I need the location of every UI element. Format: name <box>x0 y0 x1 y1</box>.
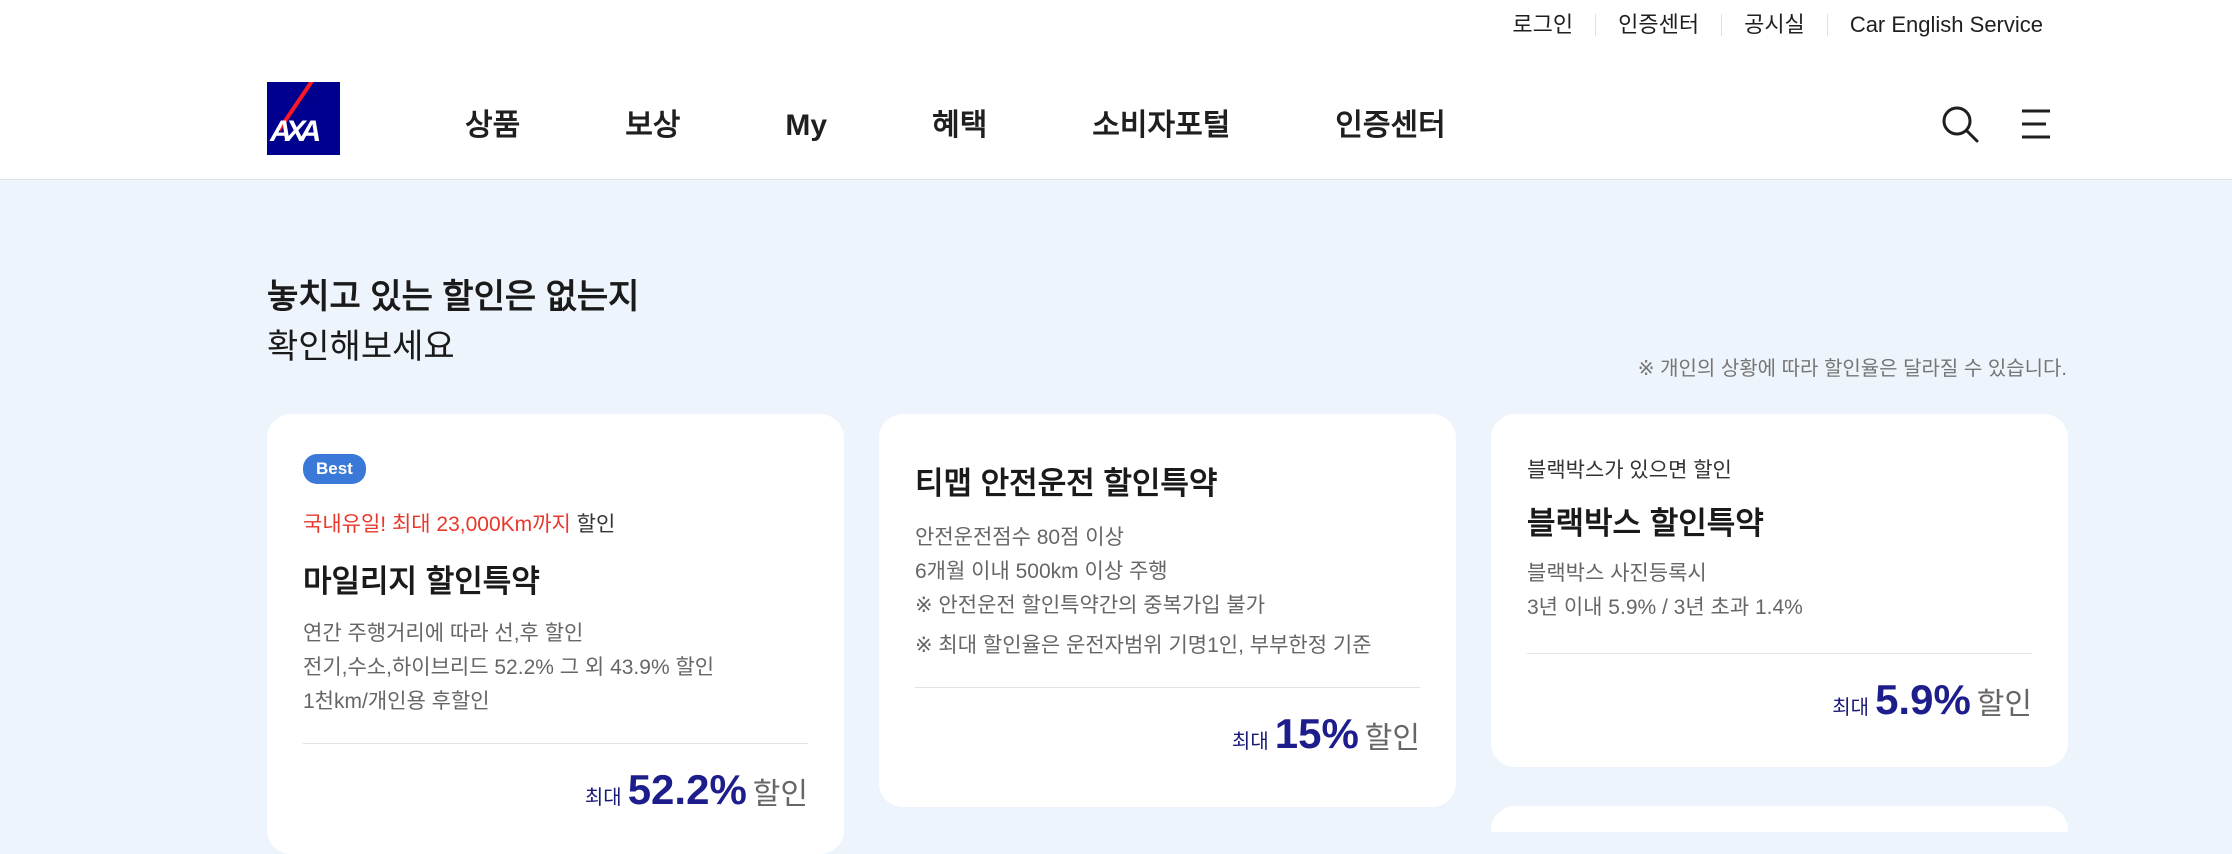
section-title: 놓치고 있는 할인은 없는지 <box>267 278 640 316</box>
main-nav: 상품 보상 My 혜택 소비자포털 인증센터 <box>465 104 1551 148</box>
menu-icon[interactable] <box>2014 102 2058 146</box>
price-label: 최대 <box>1231 731 1269 753</box>
header-actions <box>1906 102 2058 146</box>
discount-notice: ※ 개인의 상황에 따라 할인율은 달라질 수 있습니다. <box>1637 358 2067 380</box>
card-price: 최대 5.9% 할인 <box>1527 676 2032 724</box>
card-tmap-safe-driving[interactable]: 티맵 안전운전 할인특약 안전운전점수 80점 이상 6개월 이내 500km … <box>879 414 1456 807</box>
price-value: 5.9% <box>1875 676 1971 723</box>
disclosure-link[interactable]: 공시실 <box>1721 14 1827 36</box>
desc-line: 3년 이내 5.9% / 3년 초과 1.4% <box>1527 596 1803 619</box>
eyebrow-text: 할인 <box>570 513 616 536</box>
price-label: 최대 <box>584 787 622 809</box>
card-title: 마일리지 할인특약 <box>303 564 540 599</box>
card-title: 티맵 안전운전 할인특약 <box>915 466 1218 501</box>
card-price: 최대 52.2% 할인 <box>303 766 808 814</box>
nav-my[interactable]: My <box>785 104 827 148</box>
desc-line: 1천km/개인용 후할인 <box>303 690 490 713</box>
card-blackbox[interactable]: 블랙박스가 있으면 할인 블랙박스 할인특약 블랙박스 사진등록시 3년 이내 … <box>1491 414 2068 767</box>
section-heading: 놓치고 있는 할인은 없는지 확인해보세요 <box>267 272 639 372</box>
desc-line: ※ 안전운전 할인특약간의 중복가입 불가 <box>915 594 1266 617</box>
card-description: 안전운전점수 80점 이상 6개월 이내 500km 이상 주행 ※ 안전운전 … <box>915 521 1420 663</box>
card-mileage[interactable]: Best 국내유일! 최대 23,000Km까지 할인 마일리지 할인특약 연간… <box>267 414 844 854</box>
card-eyebrow: 국내유일! 최대 23,000Km까지 할인 <box>303 508 808 538</box>
nav-consumer-portal[interactable]: 소비자포털 <box>1092 104 1230 148</box>
desc-line: ※ 최대 할인율은 운전자범위 기명1인, 부부한정 기준 <box>915 634 1372 657</box>
price-value: 15% <box>1274 710 1359 757</box>
price-unit: 할인 <box>752 778 808 811</box>
nav-auth-center[interactable]: 인증센터 <box>1335 104 1445 148</box>
nav-claims[interactable]: 보상 <box>625 104 680 148</box>
card-divider <box>303 743 808 744</box>
login-link[interactable]: 로그인 <box>1490 14 1595 36</box>
nav-products[interactable]: 상품 <box>465 104 520 148</box>
price-label: 최대 <box>1832 697 1870 719</box>
desc-line: 안전운전점수 80점 이상 <box>915 526 1124 549</box>
desc-line: 블랙박스 사진등록시 <box>1527 562 1707 585</box>
best-badge: Best <box>303 454 366 484</box>
logo-text: AXA <box>270 115 321 148</box>
utility-nav: 로그인 인증센터 공시실 Car English Service <box>1490 14 2065 36</box>
desc-line: 전기,수소,하이브리드 52.2% 그 외 43.9% 할인 <box>303 656 715 679</box>
card-partial[interactable] <box>1491 806 2068 832</box>
price-unit: 할인 <box>1976 688 2032 721</box>
search-icon[interactable] <box>1938 102 1982 146</box>
price-value: 52.2% <box>627 766 747 813</box>
card-description: 블랙박스 사진등록시 3년 이내 5.9% / 3년 초과 1.4% <box>1527 557 2032 625</box>
eyebrow-highlight: 국내유일! 최대 23,000Km까지 <box>303 513 571 536</box>
section-subtitle: 확인해보세요 <box>267 328 455 366</box>
nav-benefits[interactable]: 혜택 <box>932 104 987 148</box>
card-eyebrow: 블랙박스가 있으면 할인 <box>1527 459 1732 482</box>
desc-line: 연간 주행거리에 따라 선,후 할인 <box>303 622 584 645</box>
card-divider <box>1527 653 2032 654</box>
auth-center-link[interactable]: 인증센터 <box>1595 14 1721 36</box>
card-price: 최대 15% 할인 <box>915 710 1420 758</box>
card-title: 블랙박스 할인특약 <box>1527 506 1764 541</box>
axa-logo[interactable]: AXA <box>267 82 340 155</box>
card-description: 연간 주행거리에 따라 선,후 할인 전기,수소,하이브리드 52.2% 그 외… <box>303 617 808 719</box>
price-unit: 할인 <box>1364 722 1420 755</box>
english-service-link[interactable]: Car English Service <box>1826 14 2065 36</box>
site-header: 로그인 인증센터 공시실 Car English Service AXA 상품 … <box>0 0 2232 180</box>
desc-line: 6개월 이내 500km 이상 주행 <box>915 560 1168 583</box>
card-divider <box>915 687 1420 688</box>
